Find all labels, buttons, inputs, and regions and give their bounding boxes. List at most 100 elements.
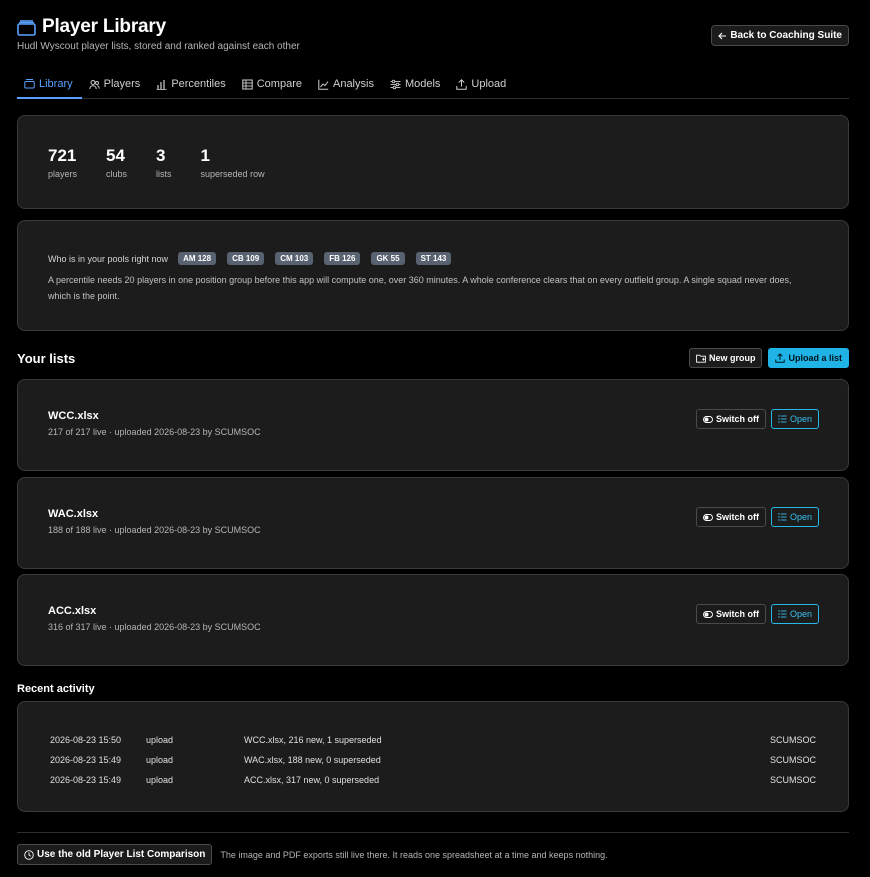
tab-label: Analysis: [332, 78, 374, 90]
old-comparison-label: Use the old Player List Comparison: [37, 849, 206, 860]
page-header: Player Library Hudl Wyscout player lists…: [17, 16, 849, 56]
lists-actions: New group Upload a list: [688, 348, 849, 368]
lists-header: Your lists New group Upload a list: [17, 347, 849, 369]
upload-icon: [775, 353, 786, 363]
recent-activity-title: Recent activity: [17, 683, 95, 695]
switch-off-button[interactable]: Switch off: [695, 409, 766, 429]
archive-icon: [17, 19, 36, 36]
open-label: Open: [789, 414, 812, 424]
clock-icon: [24, 849, 34, 860]
list-icon: [778, 415, 787, 423]
folder-plus-icon: [696, 354, 706, 363]
bar-chart-icon: [156, 79, 167, 90]
activity-type: upload: [146, 775, 174, 785]
open-label: Open: [789, 512, 812, 522]
tab-label: Compare: [256, 78, 302, 90]
page-title: Player Library: [42, 16, 166, 37]
activity-row: 2026-08-23 15:50 upload WCC.xlsx, 216 ne…: [50, 730, 816, 750]
switch-off-button[interactable]: Switch off: [695, 604, 766, 624]
back-to-coaching-suite-button[interactable]: Back to Coaching Suite: [711, 25, 849, 46]
pool-badge-am: AM 128: [178, 252, 217, 265]
new-group-button[interactable]: New group: [688, 348, 763, 368]
pool-badge-fb: FB 126: [324, 252, 361, 265]
open-button[interactable]: Open: [770, 507, 819, 527]
list-actions: Switch off Open: [695, 507, 819, 527]
footer: Use the old Player List Comparison The i…: [17, 832, 849, 865]
tab-compare[interactable]: Compare: [235, 70, 311, 98]
list-icon: [778, 610, 787, 618]
tab-players[interactable]: Players: [82, 70, 150, 98]
list-icon: [778, 513, 787, 521]
line-chart-icon: [318, 79, 329, 90]
activity-row: 2026-08-23 15:49 upload ACC.xlsx, 317 ne…: [50, 770, 816, 790]
pools-card: Who is in your pools right now AM 128 CB…: [17, 220, 849, 331]
activity-card: 2026-08-23 15:50 upload WCC.xlsx, 216 ne…: [17, 701, 849, 812]
upload-list-button[interactable]: Upload a list: [768, 348, 849, 368]
activity-desc: ACC.xlsx, 317 new, 0 superseded: [244, 775, 380, 785]
stat-label: clubs: [106, 169, 128, 179]
archive-icon: [24, 78, 35, 89]
pools-label: Who is in your pools right now: [48, 253, 169, 264]
tab-library[interactable]: Library: [17, 70, 82, 99]
open-label: Open: [789, 609, 812, 619]
back-button-label: Back to Coaching Suite: [730, 30, 842, 41]
arrow-left-icon: [718, 32, 727, 40]
table-icon: [242, 79, 253, 90]
tab-analysis[interactable]: Analysis: [311, 70, 383, 98]
pool-badge-st: ST 143: [415, 252, 452, 265]
switch-off-label: Switch off: [715, 512, 759, 522]
stat-lists: 3 lists: [156, 146, 172, 208]
stat-value: 721: [48, 146, 77, 165]
stat-value: 54: [106, 146, 125, 165]
activity-type: upload: [146, 735, 174, 745]
tab-label: Library: [39, 77, 73, 90]
list-actions: Switch off Open: [695, 409, 819, 429]
stat-label: superseded row: [200, 169, 265, 179]
tab-label: Upload: [471, 78, 507, 90]
toggle-icon: [703, 415, 713, 423]
sliders-icon: [390, 79, 401, 90]
pool-badge-cb: CB 109: [227, 252, 265, 265]
open-button[interactable]: Open: [770, 604, 819, 624]
list-card: WAC.xlsx 188 of 188 live · uploaded 2026…: [17, 477, 849, 569]
footer-text: The image and PDF exports still live the…: [220, 849, 608, 860]
new-group-label: New group: [708, 353, 756, 363]
pool-badge-gk: GK 55: [371, 252, 405, 265]
list-card: WCC.xlsx 217 of 217 live · uploaded 2026…: [17, 379, 849, 471]
upload-icon: [456, 78, 468, 90]
stat-label: lists: [156, 169, 172, 179]
tab-label: Models: [404, 78, 441, 90]
activity-desc: WCC.xlsx, 216 new, 1 superseded: [244, 735, 382, 745]
tab-label: Percentiles: [171, 78, 226, 90]
activity-time: 2026-08-23 15:49: [50, 755, 122, 765]
tab-percentiles[interactable]: Percentiles: [149, 70, 234, 98]
activity-time: 2026-08-23 15:50: [50, 735, 122, 745]
stat-label: players: [48, 169, 78, 179]
toggle-icon: [703, 610, 713, 618]
activity-user: SCUMSOC: [769, 755, 816, 765]
activity-user: SCUMSOC: [769, 735, 816, 745]
old-comparison-button[interactable]: Use the old Player List Comparison: [17, 844, 213, 865]
activity-row: 2026-08-23 15:49 upload WAC.xlsx, 188 ne…: [50, 750, 816, 770]
tab-label: Players: [103, 78, 141, 90]
activity-type: upload: [146, 755, 174, 765]
stat-superseded: 1 superseded row: [201, 146, 265, 208]
toggle-icon: [703, 513, 713, 521]
activity-time: 2026-08-23 15:49: [50, 775, 122, 785]
switch-off-button[interactable]: Switch off: [695, 507, 766, 527]
list-actions: Switch off Open: [695, 604, 819, 624]
activity-desc: WAC.xlsx, 188 new, 0 superseded: [244, 755, 381, 765]
users-icon: [88, 79, 100, 90]
upload-list-label: Upload a list: [788, 353, 842, 363]
switch-off-label: Switch off: [715, 609, 759, 619]
open-button[interactable]: Open: [770, 409, 819, 429]
switch-off-label: Switch off: [715, 414, 759, 424]
tab-upload[interactable]: Upload: [449, 70, 515, 98]
tab-models[interactable]: Models: [383, 70, 449, 98]
list-card: ACC.xlsx 316 of 317 live · uploaded 2026…: [17, 574, 849, 666]
pool-badge-cm: CM 103: [275, 252, 314, 265]
tab-bar: Library Players Percentiles Compare Anal…: [17, 70, 849, 99]
stat-players: 721 players: [48, 146, 77, 208]
activity-user: SCUMSOC: [769, 775, 816, 785]
pools-description: A percentile needs 20 players in one pos…: [48, 275, 792, 301]
